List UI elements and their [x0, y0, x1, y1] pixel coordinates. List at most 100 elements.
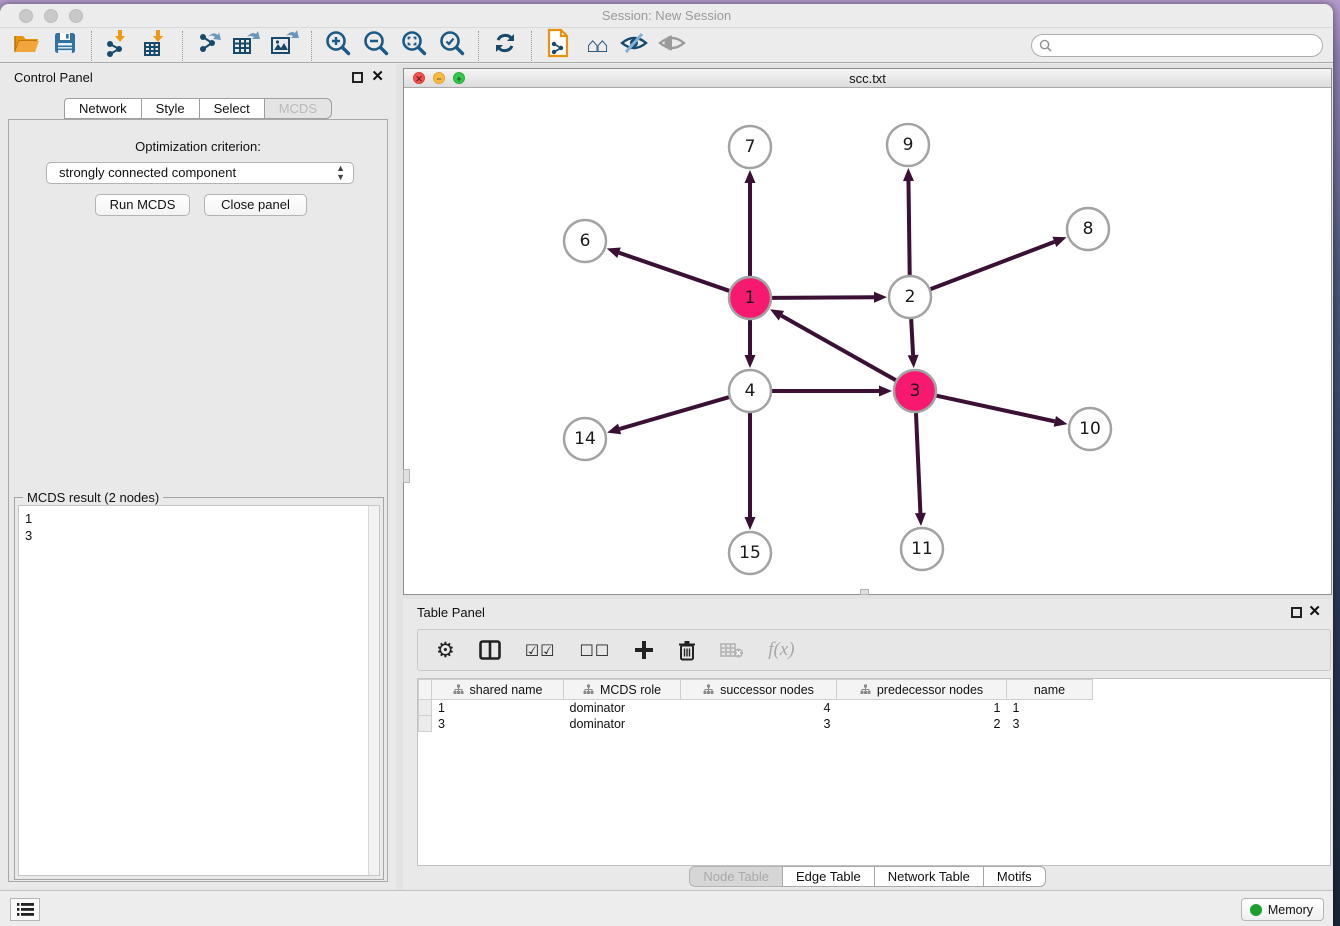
- hide-selected-button[interactable]: [615, 30, 653, 62]
- node-table[interactable]: shared nameMCDS rolesuccessor nodesprede…: [417, 678, 1331, 866]
- table-settings-gear-icon[interactable]: ⚙: [436, 635, 455, 665]
- edge-arrowhead: [903, 168, 914, 181]
- graph-edge-1-2[interactable]: [772, 297, 874, 298]
- open-session-button[interactable]: [8, 30, 46, 62]
- table-cell[interactable]: 1: [837, 700, 1007, 716]
- select-chevrons-icon: ▲▼: [336, 164, 345, 182]
- clone-network-button[interactable]: [539, 30, 577, 62]
- toolbar-separator: [531, 31, 532, 61]
- table-tab-network-table[interactable]: Network Table: [874, 866, 983, 887]
- select-all-columns-icon[interactable]: ☑☑: [525, 635, 556, 665]
- edge-arrowhead: [745, 355, 756, 368]
- edge-arrowhead: [915, 513, 926, 526]
- table-row[interactable]: 3dominator323: [419, 716, 1093, 732]
- table-cell[interactable]: 3: [1007, 716, 1093, 732]
- status-bar: Memory: [0, 890, 1333, 926]
- table-cell[interactable]: 1: [1007, 700, 1093, 716]
- memory-status-dot-icon: [1250, 904, 1262, 916]
- network-window-titlebar[interactable]: ✕ − + scc.txt: [404, 69, 1331, 88]
- result-scrollbar[interactable]: [368, 506, 379, 875]
- splitter-handle[interactable]: [403, 469, 410, 483]
- delete-table-icon[interactable]: [720, 635, 744, 665]
- window-titlebar: Session: New Session: [0, 4, 1333, 28]
- network-search-field[interactable]: [1031, 34, 1323, 57]
- criterion-selected-value: strongly connected component: [59, 165, 236, 180]
- export-table-button[interactable]: [228, 30, 266, 62]
- refresh-view-button[interactable]: [486, 30, 524, 62]
- table-tab-node-table[interactable]: Node Table: [689, 866, 782, 887]
- column-header-name[interactable]: name: [1007, 680, 1093, 700]
- graph-edge-3-1[interactable]: [781, 316, 895, 381]
- network-graph[interactable]: 7968124314101511: [404, 88, 1331, 594]
- control-tab-select[interactable]: Select: [199, 98, 264, 119]
- graph-edge-1-6[interactable]: [619, 253, 729, 291]
- delete-column-trash-icon[interactable]: [678, 635, 696, 665]
- zoom-fit-button[interactable]: [395, 30, 433, 62]
- open-folder-icon: [13, 31, 41, 60]
- control-tab-network[interactable]: Network: [64, 98, 141, 119]
- edge-arrowhead: [607, 248, 621, 258]
- column-header-successor-nodes[interactable]: successor nodes: [681, 680, 837, 700]
- split-columns-icon[interactable]: [479, 635, 501, 665]
- node-label: 11: [911, 539, 933, 559]
- graph-edge-3-11[interactable]: [916, 413, 920, 513]
- zoom-selected-button[interactable]: [433, 30, 471, 62]
- zoom-out-button[interactable]: [357, 30, 395, 62]
- table-cell[interactable]: 2: [837, 716, 1007, 732]
- graph-edge-2-8[interactable]: [931, 242, 1055, 289]
- table-cell[interactable]: 1: [432, 700, 564, 716]
- export-network-button[interactable]: [190, 30, 228, 62]
- table-tab-edge-table[interactable]: Edge Table: [782, 866, 874, 887]
- table-tab-motifs[interactable]: Motifs: [983, 866, 1046, 887]
- criterion-select[interactable]: strongly connected component ▲▼: [46, 162, 354, 184]
- add-column-icon[interactable]: [634, 635, 654, 665]
- float-panel-icon[interactable]: [1291, 607, 1302, 618]
- task-history-button[interactable]: [10, 898, 40, 921]
- table-cell[interactable]: 4: [681, 700, 837, 716]
- first-neighbors-button[interactable]: ⌂⌂: [577, 30, 615, 62]
- import-table-button[interactable]: [137, 30, 175, 62]
- hierarchy-sort-icon: [860, 684, 871, 695]
- import-network-button[interactable]: [99, 30, 137, 62]
- search-input[interactable]: [1057, 39, 1315, 53]
- float-panel-icon[interactable]: [352, 72, 363, 83]
- search-icon: [1039, 39, 1052, 52]
- splitter-handle[interactable]: [860, 589, 869, 595]
- run-mcds-button[interactable]: Run MCDS: [95, 194, 190, 216]
- column-header-predecessor-nodes[interactable]: predecessor nodes: [837, 680, 1007, 700]
- control-panel: Control Panel ✕ NetworkStyleSelectMCDS O…: [0, 64, 396, 890]
- graph-edge-2-3[interactable]: [911, 319, 913, 355]
- show-all-button[interactable]: [653, 30, 691, 62]
- control-tab-mcds[interactable]: MCDS: [264, 98, 332, 119]
- export-image-button[interactable]: [266, 30, 304, 62]
- zoom-in-button[interactable]: [319, 30, 357, 62]
- close-panel-button[interactable]: Close panel: [204, 194, 307, 216]
- function-builder-icon[interactable]: f(x): [768, 635, 794, 665]
- mcds-result-line: 3: [25, 527, 373, 544]
- control-panel-title: Control Panel: [14, 70, 93, 85]
- close-panel-icon[interactable]: ✕: [1308, 603, 1321, 621]
- mcds-result-line: 1: [25, 510, 373, 527]
- table-cell[interactable]: dominator: [564, 716, 681, 732]
- graph-edge-4-14[interactable]: [620, 397, 729, 429]
- network-canvas[interactable]: 7968124314101511: [404, 88, 1331, 594]
- memory-button[interactable]: Memory: [1241, 898, 1324, 921]
- column-header-shared-name[interactable]: shared name: [432, 680, 564, 700]
- node-label: 6: [580, 231, 591, 251]
- table-panel-title: Table Panel: [417, 605, 485, 620]
- table-cell[interactable]: 3: [681, 716, 837, 732]
- table-row[interactable]: 1dominator411: [419, 700, 1093, 716]
- unselect-all-columns-icon[interactable]: ☐☐: [580, 635, 611, 665]
- table-cell[interactable]: dominator: [564, 700, 681, 716]
- mcds-result-textarea[interactable]: 13: [18, 505, 380, 876]
- graph-edge-2-9[interactable]: [908, 181, 909, 275]
- toolbar-separator: [478, 31, 479, 61]
- save-session-button[interactable]: [46, 30, 84, 62]
- graph-edge-3-10[interactable]: [936, 396, 1054, 422]
- hide-eye-icon: [619, 30, 649, 61]
- close-panel-icon[interactable]: ✕: [371, 68, 384, 86]
- column-header-mcds-role[interactable]: MCDS role: [564, 680, 681, 700]
- row-gutter: [419, 700, 432, 716]
- table-cell[interactable]: 3: [432, 716, 564, 732]
- control-tab-style[interactable]: Style: [141, 98, 199, 119]
